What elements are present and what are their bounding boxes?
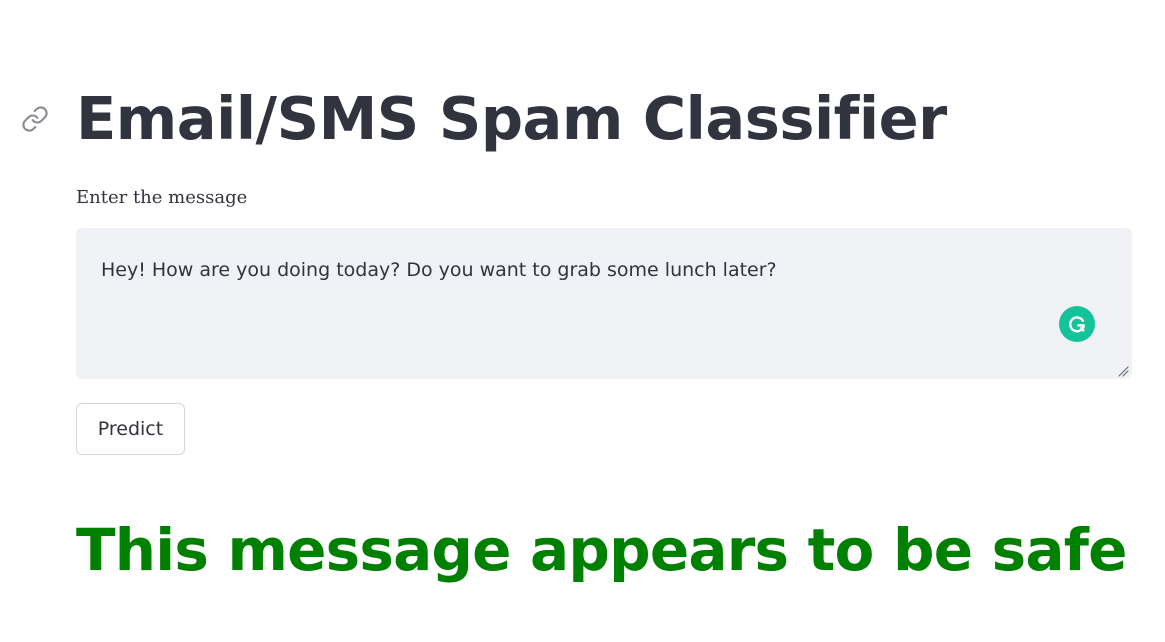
- message-textarea[interactable]: Hey! How are you doing today? Do you wan…: [76, 228, 1132, 379]
- link-icon[interactable]: [20, 104, 50, 134]
- message-field-label: Enter the message: [76, 187, 248, 208]
- predict-button[interactable]: Predict: [76, 403, 185, 455]
- message-text[interactable]: Hey! How are you doing today? Do you wan…: [101, 256, 1052, 284]
- grammarly-icon[interactable]: [1059, 306, 1095, 342]
- app-page: Email/SMS Spam Classifier Enter the mess…: [0, 0, 1165, 642]
- resize-handle-icon[interactable]: [1117, 364, 1129, 377]
- result-message: This message appears to be safe: [76, 516, 1127, 584]
- page-title: Email/SMS Spam Classifier: [76, 84, 947, 153]
